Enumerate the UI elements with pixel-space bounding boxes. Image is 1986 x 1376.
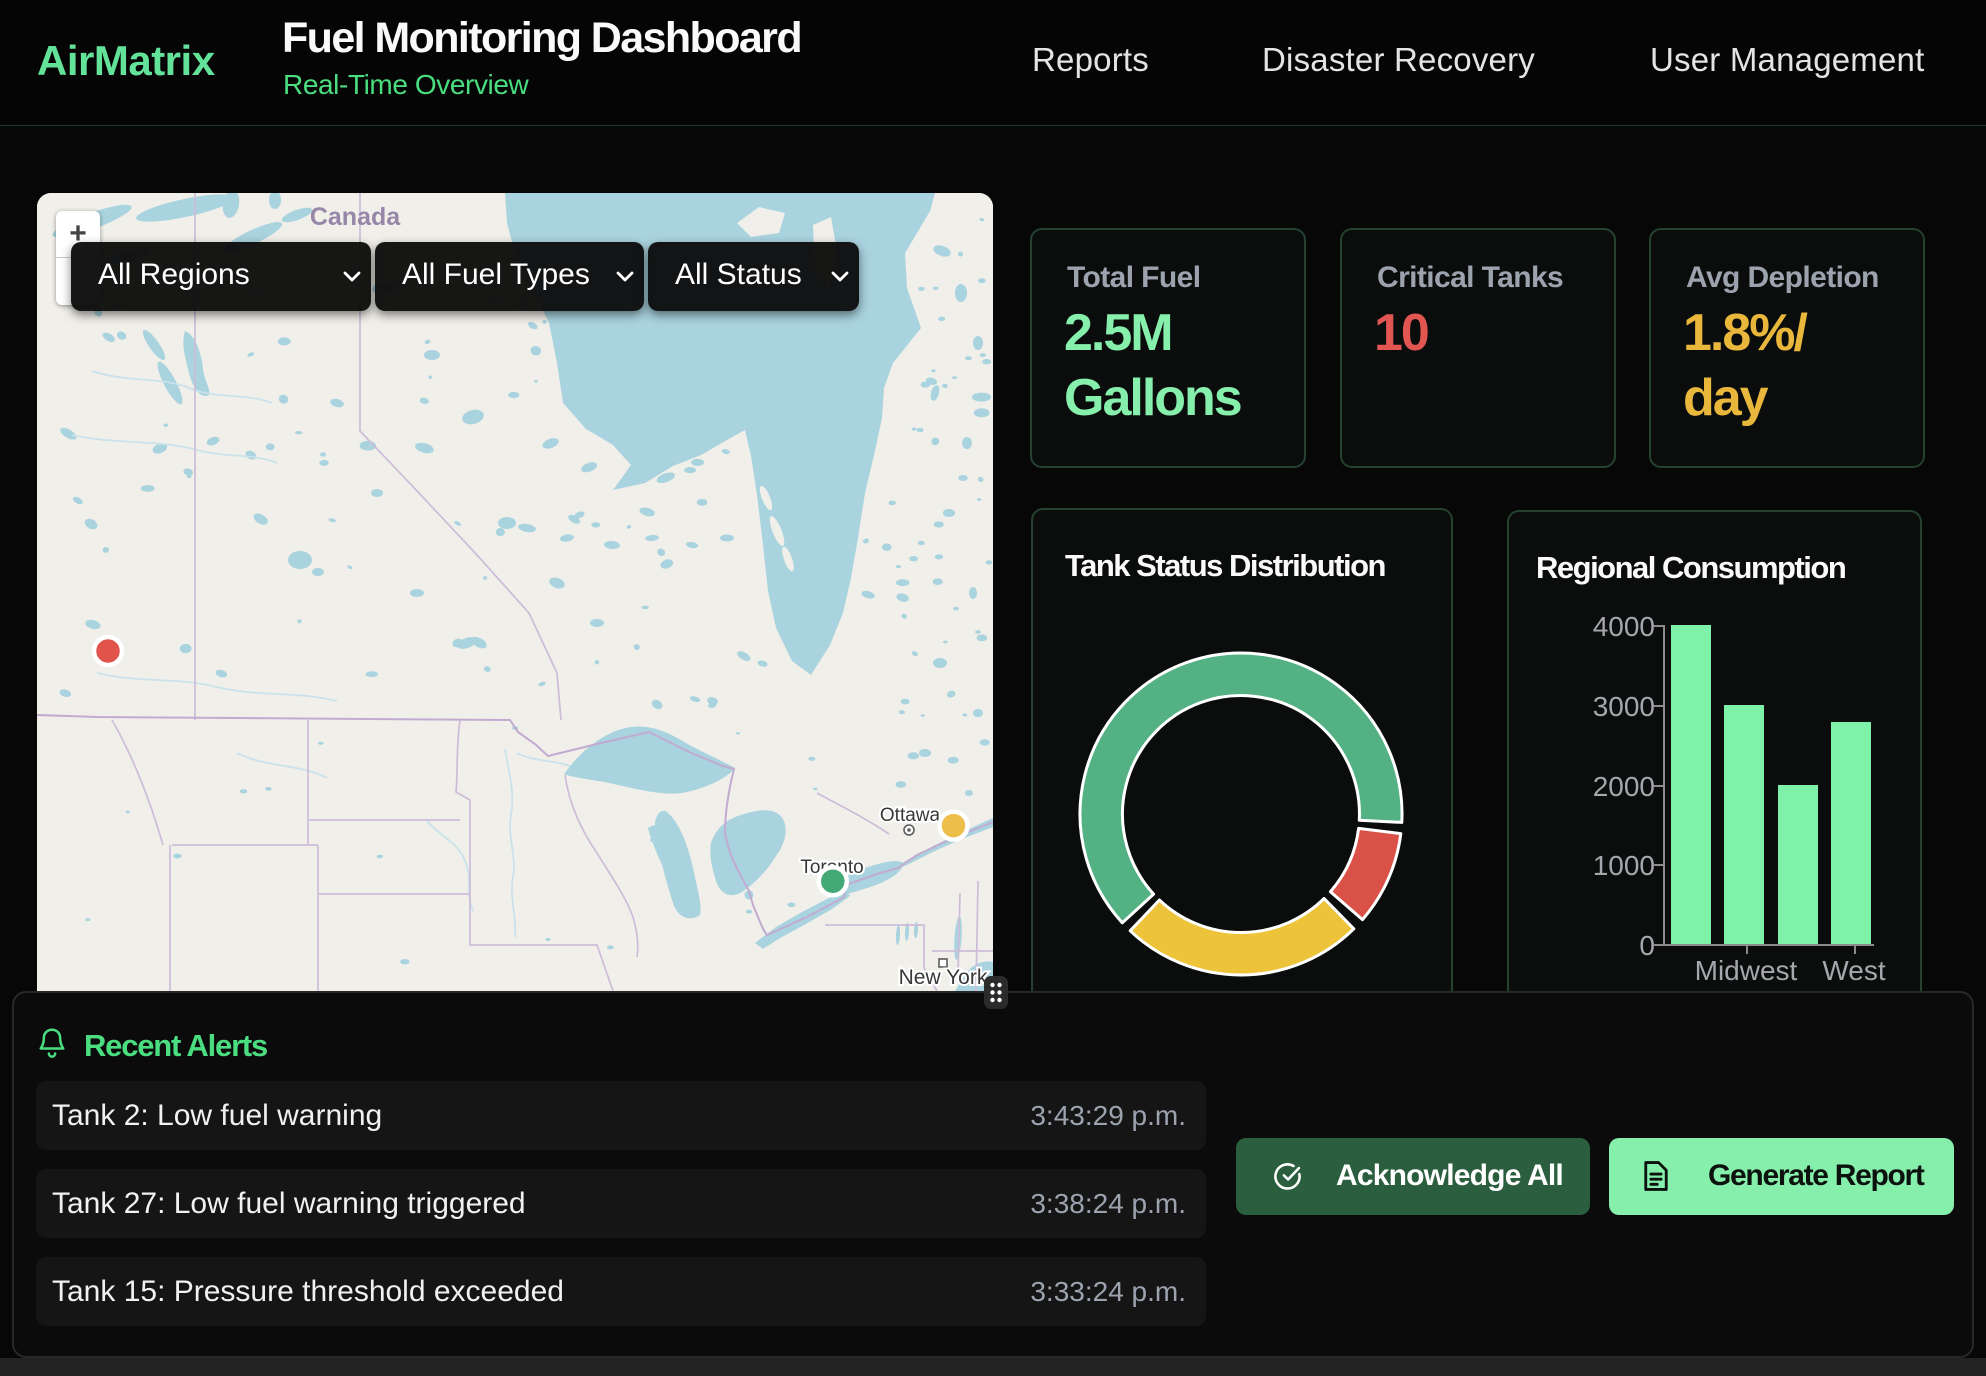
svg-text:New York: New York (899, 966, 988, 989)
svg-text:Canada: Canada (310, 203, 401, 231)
svg-text:Ottawa: Ottawa (880, 805, 941, 826)
